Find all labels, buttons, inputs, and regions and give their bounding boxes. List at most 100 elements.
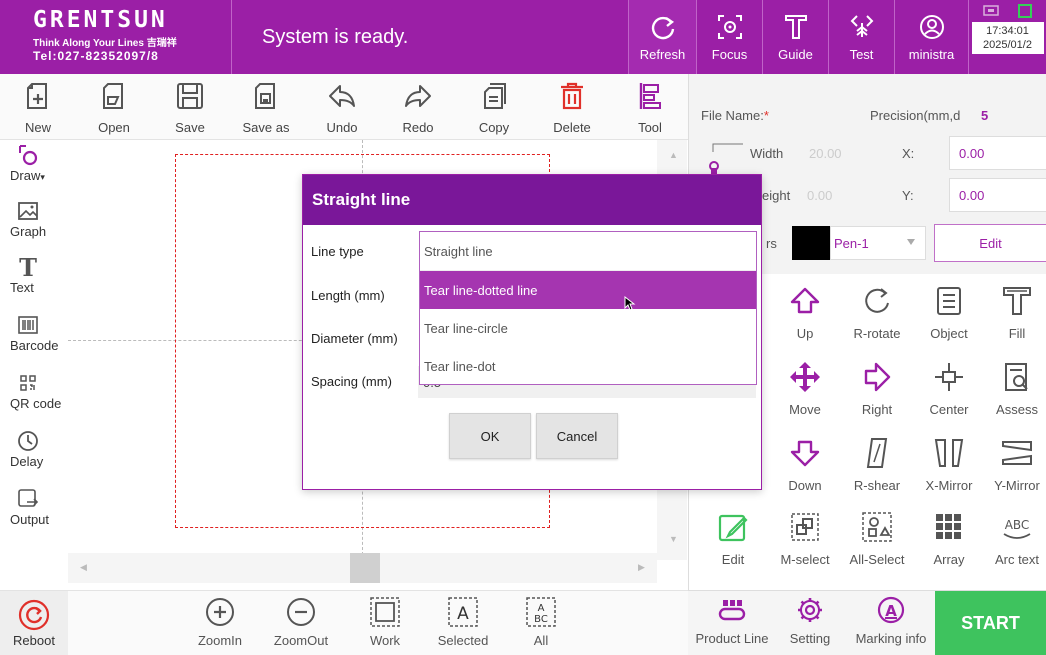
scroll-down-icon[interactable]: ▼ xyxy=(669,534,678,544)
guide-label: Guide xyxy=(778,46,813,62)
arrow-up-icon xyxy=(790,287,820,314)
up-button[interactable]: Up xyxy=(769,278,841,354)
option-tear-line-dotted[interactable]: Tear line-dotted line xyxy=(420,271,756,309)
cancel-button[interactable]: Cancel xyxy=(536,413,618,459)
assess-icon xyxy=(1005,363,1028,391)
output-label: Output xyxy=(10,512,50,527)
sidebar-item-output[interactable]: Output xyxy=(0,486,49,527)
svg-text:A: A xyxy=(538,603,545,614)
option-tear-line-dot[interactable]: Tear line-dot xyxy=(420,347,756,385)
sidebar-item-draw[interactable]: Draw▾ xyxy=(0,142,45,183)
array-button[interactable]: Array xyxy=(913,504,985,580)
center-icon xyxy=(935,363,963,391)
pen-edit-button[interactable]: Edit xyxy=(934,224,1046,262)
product-line-button[interactable]: Product Line xyxy=(690,595,774,646)
brand-slogan: Think Along Your Lines 吉瑞祥 xyxy=(33,38,177,49)
horizontal-scrollbar[interactable]: ◀ ▶ xyxy=(68,553,657,583)
scroll-right-icon[interactable]: ▶ xyxy=(638,562,645,573)
new-label: New xyxy=(24,120,51,135)
svg-text:ABC: ABC xyxy=(1005,518,1030,532)
line-type-current[interactable]: Straight line xyxy=(420,232,756,271)
center-button[interactable]: Center xyxy=(913,354,985,430)
copy-label: Copy xyxy=(478,120,510,135)
x-label: X: xyxy=(902,146,915,161)
horizontal-scroll-thumb[interactable] xyxy=(350,553,380,583)
copy-button[interactable]: Copy xyxy=(456,74,532,139)
arrow-down-icon xyxy=(790,440,820,467)
sidebar-item-qr-code[interactable]: QR code xyxy=(0,370,61,411)
shear-label: R-shear xyxy=(853,478,901,493)
open-file-icon xyxy=(103,83,123,109)
sidebar-item-text[interactable]: T Text xyxy=(0,253,41,296)
clock: 17:34:01 2025/01/2 xyxy=(968,0,1046,74)
shear-icon xyxy=(866,438,888,468)
zoom-selected-button[interactable]: A Selected xyxy=(427,595,499,648)
multi-select-icon xyxy=(791,513,819,541)
undo-button[interactable]: Undo xyxy=(304,74,380,139)
pen-select[interactable]: Pen-1 xyxy=(830,226,926,260)
spacing-label: Spacing (mm) xyxy=(311,374,392,389)
assess-button[interactable]: Assess xyxy=(981,354,1046,430)
down-button[interactable]: Down xyxy=(769,430,841,506)
up-label: Up xyxy=(796,326,814,341)
clock-date: 2025/01/2 xyxy=(983,39,1032,51)
save-label: Save xyxy=(175,120,205,135)
edit-object-label: Edit xyxy=(721,552,745,567)
y-mirror-button[interactable]: Y-Mirror xyxy=(981,430,1046,506)
save-as-button[interactable]: Save as xyxy=(228,74,304,139)
redo-button[interactable]: Redo xyxy=(380,74,456,139)
scroll-up-icon[interactable]: ▲ xyxy=(669,150,678,160)
zoom-all-button[interactable]: A BC All xyxy=(505,595,577,648)
edit-object-button[interactable]: Edit xyxy=(697,504,769,580)
user-button[interactable]: ministra xyxy=(894,0,968,74)
open-button[interactable]: Open xyxy=(76,74,152,139)
zoom-in-button[interactable]: ZoomIn xyxy=(184,595,256,648)
m-select-button[interactable]: M-select xyxy=(769,504,841,580)
scroll-left-icon[interactable]: ◀ xyxy=(80,562,87,573)
reboot-button[interactable]: Reboot xyxy=(0,591,68,655)
down-label: Down xyxy=(788,478,822,493)
pen-dropdown-icon xyxy=(907,239,915,245)
x-input[interactable]: 0.00 xyxy=(949,136,1046,170)
object-button[interactable]: Object xyxy=(913,278,985,354)
marking-info-button[interactable]: A Marking info xyxy=(848,595,934,646)
zoom-work-button[interactable]: Work xyxy=(349,595,421,648)
network-icon xyxy=(982,5,999,16)
zoom-all-label: All xyxy=(533,633,549,648)
ok-button[interactable]: OK xyxy=(449,413,531,459)
width-input[interactable]: 20.00 xyxy=(809,146,842,161)
test-button[interactable]: Test xyxy=(828,0,894,74)
fill-button[interactable]: Fill xyxy=(981,278,1046,354)
arc-text-button[interactable]: ABC Arc text xyxy=(981,504,1046,580)
redo-label: Redo xyxy=(402,120,434,135)
image-icon xyxy=(18,202,38,220)
move-icon xyxy=(790,362,820,392)
focus-button[interactable]: Focus xyxy=(696,0,762,74)
focus-label: Focus xyxy=(711,46,748,62)
pen-color-swatch[interactable] xyxy=(792,226,830,260)
option-tear-line-circle[interactable]: Tear line-circle xyxy=(420,309,756,347)
move-button[interactable]: Move xyxy=(769,354,841,430)
new-button[interactable]: New xyxy=(0,74,76,139)
y-input[interactable]: 0.00 xyxy=(949,178,1046,212)
right-button[interactable]: Right xyxy=(841,354,913,430)
shear-button[interactable]: R-shear xyxy=(841,430,913,506)
x-mirror-button[interactable]: X-Mirror xyxy=(913,430,985,506)
save-button[interactable]: Save xyxy=(152,74,228,139)
barcode-label: Barcode xyxy=(10,338,59,353)
all-select-button[interactable]: All-Select xyxy=(841,504,913,580)
height-input[interactable]: 0.00 xyxy=(807,188,832,203)
sidebar-item-graph[interactable]: Graph xyxy=(0,198,46,239)
refresh-button[interactable]: Refresh xyxy=(628,0,696,74)
precision-input[interactable]: 5 xyxy=(981,108,988,123)
rotate-button[interactable]: R-rotate xyxy=(841,278,913,354)
zoom-out-button[interactable]: ZoomOut xyxy=(265,595,337,648)
delete-button[interactable]: Delete xyxy=(532,74,612,139)
guide-button[interactable]: Guide xyxy=(762,0,828,74)
tool-button[interactable]: Tool xyxy=(612,74,688,139)
line-type-dropdown[interactable]: Straight line Tear line-dotted line Tear… xyxy=(419,231,757,385)
sidebar-item-delay[interactable]: Delay xyxy=(0,428,43,469)
sidebar-item-barcode[interactable]: Barcode xyxy=(0,312,58,353)
setting-button[interactable]: Setting xyxy=(780,595,840,646)
start-button[interactable]: START xyxy=(935,591,1046,655)
